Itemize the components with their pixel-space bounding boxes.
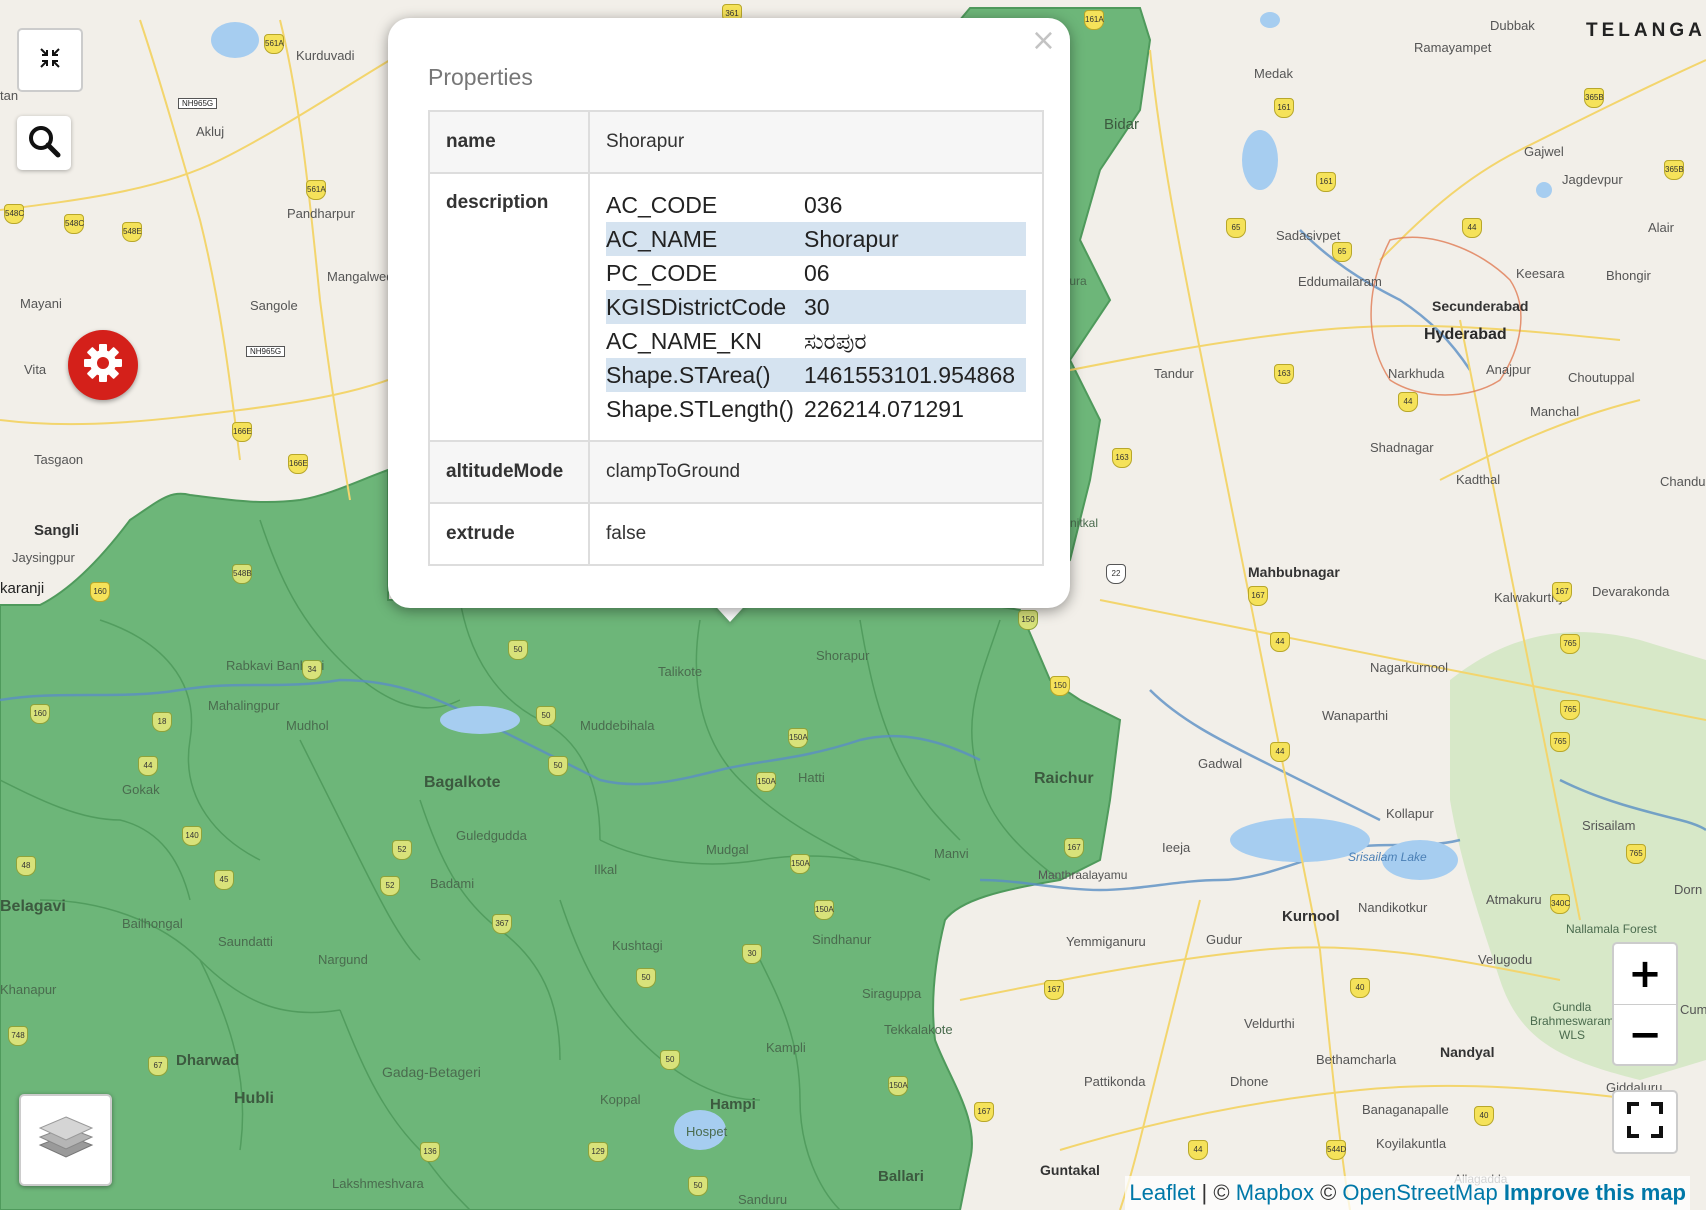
search-icon (27, 124, 61, 163)
description-row: KGISDistrictCode 30 (606, 290, 1026, 324)
table-row: name Shorapur (428, 110, 1044, 174)
layers-icon (38, 1113, 94, 1168)
close-icon[interactable]: × (1031, 26, 1056, 56)
description-row: Shape.STLength() 226214.071291 (606, 392, 1026, 426)
popup-title: Properties (428, 64, 533, 90)
properties-table: name Shorapur description AC_CODE 036 AC_… (428, 110, 1044, 566)
collapse-sidebar-button[interactable] (17, 28, 83, 92)
osm-link[interactable]: OpenStreetMap (1342, 1180, 1497, 1205)
description-row: AC_NAME Shorapur (606, 222, 1026, 256)
search-button[interactable] (17, 116, 71, 170)
improve-map-link[interactable]: Improve this map (1504, 1180, 1686, 1205)
property-key: altitudeMode (428, 440, 590, 504)
fullscreen-icon (1627, 1101, 1663, 1143)
property-key: description (428, 172, 590, 442)
description-key: PC_CODE (606, 260, 718, 286)
description-row: PC_CODE 06 (606, 256, 1026, 290)
description-value: 036 (804, 192, 843, 218)
description-key: AC_NAME_KN (606, 328, 762, 354)
description-row: AC_NAME_KN ಸುರಪುರ (606, 324, 1026, 358)
table-row: altitudeMode clampToGround (428, 440, 1044, 504)
layers-button[interactable] (19, 1094, 112, 1186)
collapse-arrows-icon (39, 47, 61, 74)
description-key: KGISDistrictCode (606, 290, 804, 324)
description-value: Shorapur (804, 222, 1026, 256)
fullscreen-button[interactable] (1612, 1090, 1678, 1154)
properties-popup: × Properties name Shorapur description A… (388, 18, 1070, 608)
attribution-separator: | © (1195, 1180, 1236, 1205)
gear-icon (82, 342, 124, 389)
description-value: 226214.071291 (804, 396, 964, 422)
description-value: 30 (804, 290, 1026, 324)
attribution-separator: © (1313, 1180, 1343, 1205)
description-row: AC_CODE 036 (606, 188, 1026, 222)
property-key: extrude (428, 502, 590, 566)
leaflet-link[interactable]: Leaflet (1129, 1180, 1195, 1205)
table-row: extrude false (428, 502, 1044, 566)
settings-button[interactable] (68, 330, 138, 400)
map-attribution: Leaflet | © Mapbox © OpenStreetMap Impro… (1125, 1176, 1690, 1210)
property-key: name (428, 110, 590, 174)
description-key: Shape.STArea() (606, 358, 804, 392)
zoom-out-button[interactable]: − (1614, 1005, 1676, 1065)
description-key: AC_NAME (606, 222, 804, 256)
property-value: clampToGround (588, 440, 1044, 504)
description-table: AC_CODE 036 AC_NAME Shorapur PC_CODE 06 KGI… (606, 188, 1026, 426)
description-row: Shape.STArea() 1461553101.954868 (606, 358, 1026, 392)
description-key: AC_CODE (606, 192, 718, 218)
zoom-control: + − (1612, 942, 1678, 1066)
description-key: Shape.STLength() (606, 396, 794, 422)
description-value: ಸುರಪುರ (804, 328, 867, 354)
description-value: 1461553101.954868 (804, 358, 1026, 392)
description-value: 06 (804, 260, 830, 286)
mapbox-link[interactable]: Mapbox (1236, 1180, 1314, 1205)
table-row: description AC_CODE 036 AC_NAME Shorapur P… (428, 172, 1044, 442)
zoom-in-button[interactable]: + (1614, 944, 1676, 1005)
property-value: AC_CODE 036 AC_NAME Shorapur PC_CODE 06 KGI… (588, 172, 1044, 442)
property-value: false (588, 502, 1044, 566)
property-value: Shorapur (588, 110, 1044, 174)
